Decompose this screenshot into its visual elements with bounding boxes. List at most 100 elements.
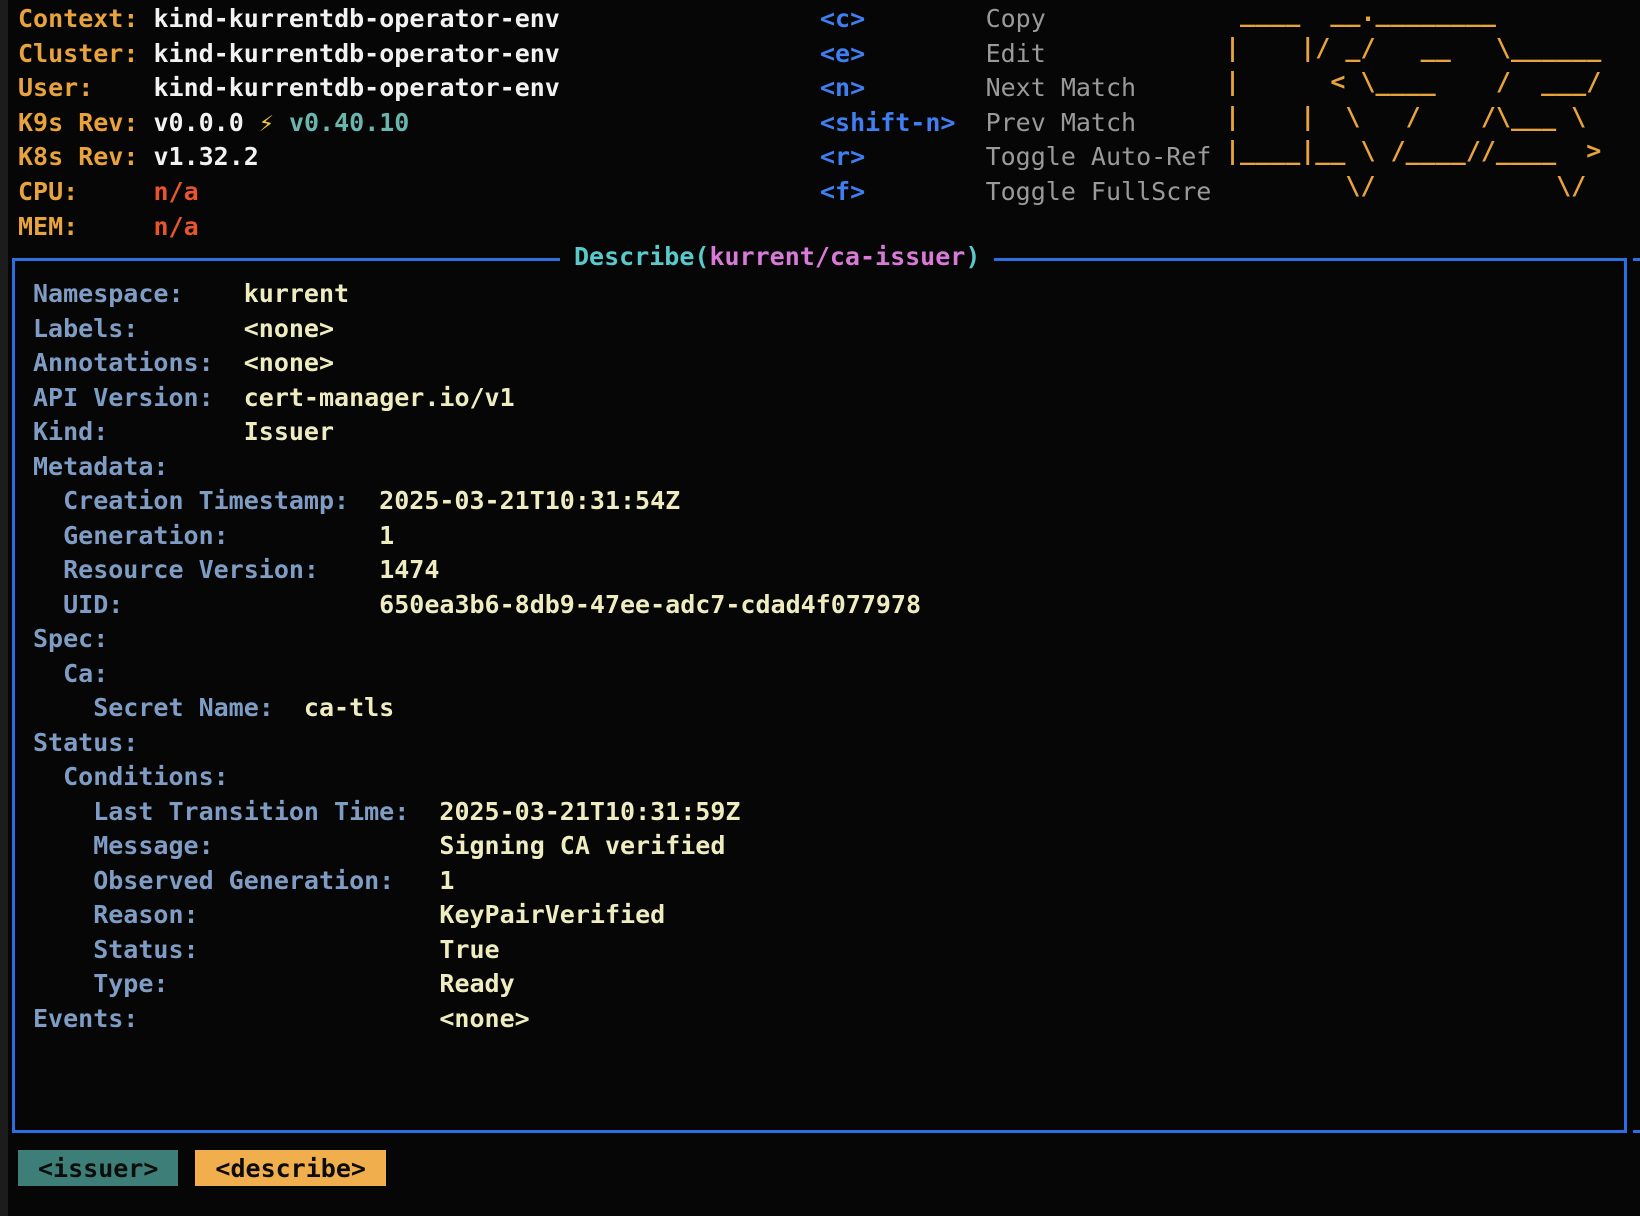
describe-line: Ca: (33, 657, 921, 692)
describe-key: Kind: (33, 417, 108, 446)
hotkey-item: <r> Toggle Auto-Ref (820, 140, 1211, 175)
describe-value: KeyPairVerified (199, 900, 666, 929)
describe-key: Metadata: (33, 452, 168, 481)
cluster-info-value: n/a (153, 177, 198, 206)
describe-key: Namespace: (33, 279, 184, 308)
describe-line: UID: 650ea3b6-8db9-47ee-adc7-cdad4f07797… (33, 588, 921, 623)
hotkey-label: Next Match (986, 73, 1137, 102)
hotkey-item: <e> Edit (820, 37, 1211, 72)
describe-line: Kind: Issuer (33, 415, 921, 450)
window-edge (0, 0, 8, 1216)
describe-value: kurrent (184, 279, 350, 308)
cluster-info: Context: kind-kurrentdb-operator-envClus… (18, 2, 560, 244)
describe-value: 1474 (319, 555, 439, 584)
k9s-logo-ascii: ____ __.________ | |/ _/ __ \______ | < … (1225, 0, 1601, 204)
cluster-info-label: MEM: (18, 212, 153, 241)
hotkey-label: Toggle FullScre (986, 177, 1212, 206)
describe-line: Namespace: kurrent (33, 277, 921, 312)
describe-line: Spec: (33, 622, 921, 657)
describe-key: Reason: (33, 900, 199, 929)
describe-line: Annotations: <none> (33, 346, 921, 381)
hotkey-item: <shift-n> Prev Match (820, 106, 1211, 141)
describe-key: Status: (33, 728, 138, 757)
hotkey-key: <c> (820, 4, 986, 33)
hotkey-key: <n> (820, 73, 986, 102)
cluster-info-row: CPU: n/a (18, 175, 560, 210)
describe-value: 1 (229, 521, 395, 550)
describe-line: Metadata: (33, 450, 921, 485)
cluster-info-row: Cluster: kind-kurrentdb-operator-env (18, 37, 560, 72)
cluster-info-value: kind-kurrentdb-operator-env (153, 73, 559, 102)
describe-panel[interactable]: Describe(kurrent/ca-issuer) Namespace: k… (12, 258, 1627, 1133)
cluster-info-value: kind-kurrentdb-operator-env (153, 39, 559, 68)
hotkey-item: <f> Toggle FullScre (820, 175, 1211, 210)
describe-value: <none> (138, 314, 334, 343)
describe-value: 2025-03-21T10:31:59Z (409, 797, 740, 826)
describe-content: Namespace: kurrentLabels: <none>Annotati… (33, 277, 921, 1036)
cluster-info-value: n/a (153, 212, 198, 241)
describe-line: Labels: <none> (33, 312, 921, 347)
describe-line: Message: Signing CA verified (33, 829, 921, 864)
describe-key: Observed Generation: (33, 866, 394, 895)
cluster-info-row: User: kind-kurrentdb-operator-env (18, 71, 560, 106)
cluster-info-label: K8s Rev: (18, 142, 153, 171)
hotkey-label: Copy (986, 4, 1046, 33)
describe-title-prefix: Describe( (574, 242, 709, 271)
describe-key: Annotations: (33, 348, 214, 377)
cluster-info-value: v1.32.2 (153, 142, 258, 171)
describe-line: Last Transition Time: 2025-03-21T10:31:5… (33, 795, 921, 830)
cluster-info-value: ⚡ (244, 108, 289, 137)
describe-line: API Version: cert-manager.io/v1 (33, 381, 921, 416)
cluster-info-row: K8s Rev: v1.32.2 (18, 140, 560, 175)
cluster-info-label: Cluster: (18, 39, 153, 68)
describe-key: Generation: (33, 521, 229, 550)
crumb-describe[interactable]: <describe> (195, 1150, 386, 1186)
hotkey-label: Prev Match (986, 108, 1137, 137)
describe-value: <none> (138, 1004, 529, 1033)
cluster-info-row: Context: kind-kurrentdb-operator-env (18, 2, 560, 37)
k9s-screen: Context: kind-kurrentdb-operator-envClus… (0, 0, 1640, 1216)
describe-key: Events: (33, 1004, 138, 1033)
describe-key: Secret Name: (33, 693, 274, 722)
cluster-info-label: User: (18, 73, 153, 102)
cluster-info-label: K9s Rev: (18, 108, 153, 137)
hotkey-menu: <c> Copy<e> Edit<n> Next Match<shift-n> … (820, 2, 1211, 210)
describe-value: <none> (214, 348, 334, 377)
describe-value: 1 (394, 866, 454, 895)
border-fragment (1633, 258, 1640, 261)
describe-value: Issuer (108, 417, 334, 446)
breadcrumb: <issuer> <describe> (18, 1150, 386, 1186)
describe-key: Message: (33, 831, 214, 860)
describe-value: 650ea3b6-8db9-47ee-adc7-cdad4f077978 (123, 590, 921, 619)
describe-value: 2025-03-21T10:31:54Z (349, 486, 680, 515)
describe-key: Creation Timestamp: (33, 486, 349, 515)
describe-line: Conditions: (33, 760, 921, 795)
cluster-info-value: kind-kurrentdb-operator-env (153, 4, 559, 33)
describe-line: Status: (33, 726, 921, 761)
describe-key: Conditions: (33, 762, 229, 791)
crumb-issuer[interactable]: <issuer> (18, 1150, 178, 1186)
describe-panel-title: Describe(kurrent/ca-issuer) (560, 242, 994, 271)
describe-key: Spec: (33, 624, 108, 653)
describe-key: Ca: (33, 659, 108, 688)
describe-key: Labels: (33, 314, 138, 343)
cluster-info-label: Context: (18, 4, 153, 33)
describe-line: Status: True (33, 933, 921, 968)
hotkey-item: <c> Copy (820, 2, 1211, 37)
describe-key: Resource Version: (33, 555, 319, 584)
describe-key: Last Transition Time: (33, 797, 409, 826)
hotkey-label: Edit (986, 39, 1046, 68)
describe-key: UID: (33, 590, 123, 619)
describe-line: Secret Name: ca-tls (33, 691, 921, 726)
describe-line: Resource Version: 1474 (33, 553, 921, 588)
describe-value: True (199, 935, 500, 964)
describe-title-resource: kurrent/ca-issuer (709, 242, 965, 271)
cluster-info-value: v0.40.10 (289, 108, 409, 137)
describe-line: Observed Generation: 1 (33, 864, 921, 899)
hotkey-key: <e> (820, 39, 986, 68)
cluster-info-value: v0.0.0 (153, 108, 243, 137)
describe-key: Status: (33, 935, 199, 964)
cluster-info-label: CPU: (18, 177, 153, 206)
describe-key: Type: (33, 969, 168, 998)
describe-line: Creation Timestamp: 2025-03-21T10:31:54Z (33, 484, 921, 519)
